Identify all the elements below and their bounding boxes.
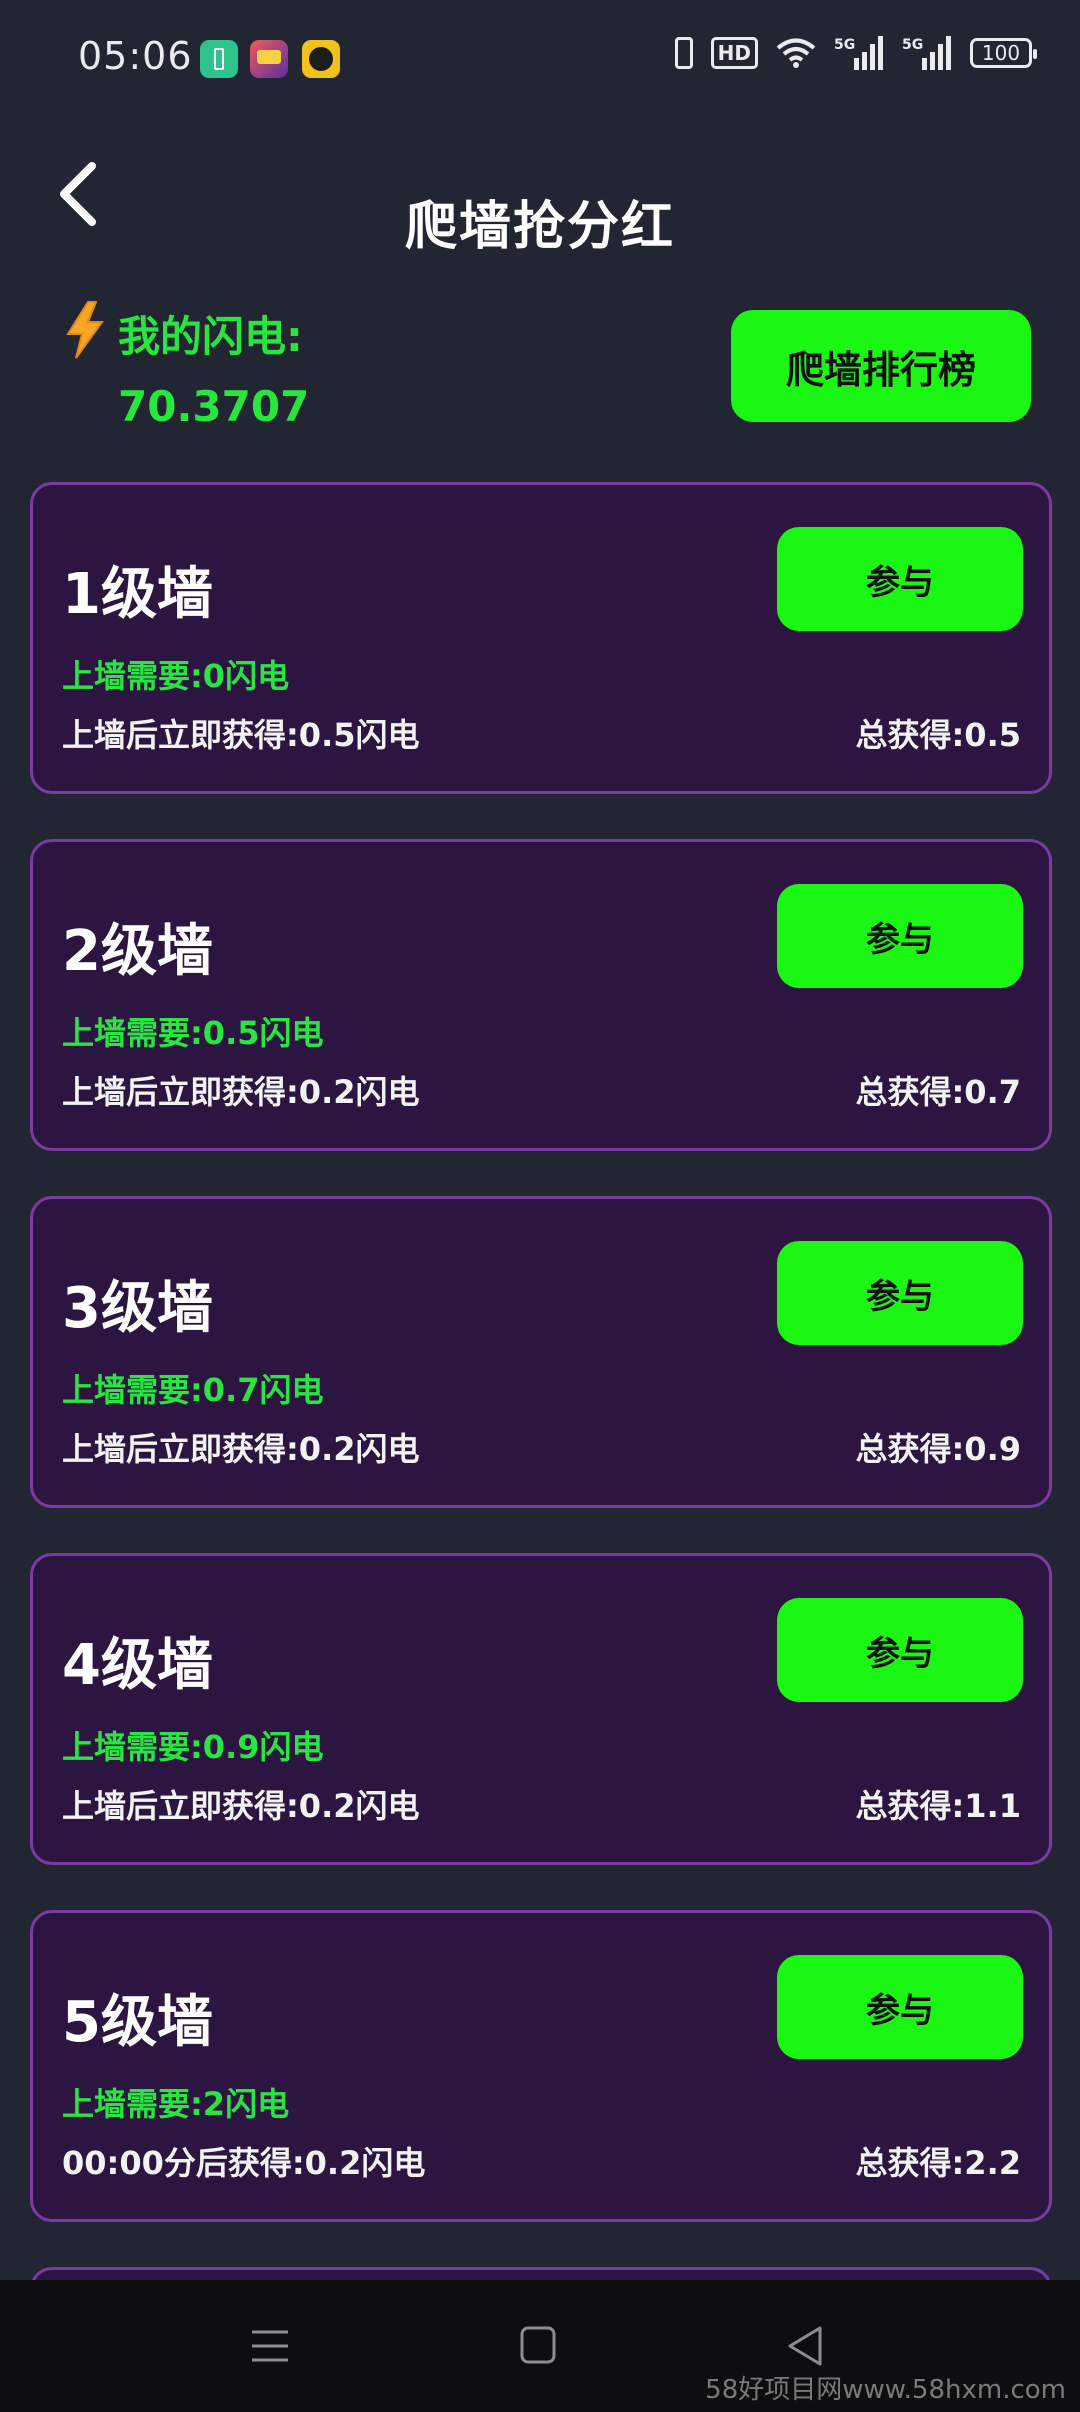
wall-card: 1级墙 参与 上墙需要:0闪电 上墙后立即获得:0.5闪电 总获得:0.5 xyxy=(30,482,1052,794)
join-button[interactable]: 参与 xyxy=(777,884,1023,988)
signal-icon: 5G xyxy=(902,36,952,70)
wall-card: 5级墙 参与 上墙需要:2闪电 00:00分后获得:0.2闪电 总获得:2.2 xyxy=(30,1910,1052,2222)
balance-label: 我的闪电: xyxy=(118,312,303,361)
game-app-icon xyxy=(250,40,288,78)
join-button[interactable]: 参与 xyxy=(777,1241,1023,1345)
wall-total: 总获得:0.5 xyxy=(855,716,1022,754)
wall-gain: 上墙后立即获得:0.2闪电 xyxy=(62,1430,420,1468)
balance-value: 70.3707 xyxy=(118,382,310,431)
wifi-icon xyxy=(776,37,816,69)
lightning-icon xyxy=(66,301,104,359)
wall-card: 4级墙 参与 上墙需要:0.9闪电 上墙后立即获得:0.2闪电 总获得:1.1 xyxy=(30,1553,1052,1865)
wall-requirement: 上墙需要:0闪电 xyxy=(62,657,290,695)
wall-gain: 上墙后立即获得:0.2闪电 xyxy=(62,1073,420,1111)
wall-gain: 上墙后立即获得:0.2闪电 xyxy=(62,1787,420,1825)
wall-total: 总获得:0.7 xyxy=(855,1073,1022,1111)
leaderboard-button[interactable]: 爬墙排行榜 xyxy=(731,310,1031,422)
battery-icon: 100 xyxy=(970,38,1037,68)
wall-gain: 上墙后立即获得:0.5闪电 xyxy=(62,716,420,754)
join-button[interactable]: 参与 xyxy=(777,527,1023,631)
wall-title: 1级墙 xyxy=(62,562,213,627)
wall-card: 3级墙 参与 上墙需要:0.7闪电 上墙后立即获得:0.2闪电 总获得:0.9 xyxy=(30,1196,1052,1508)
wall-list: 1级墙 参与 上墙需要:0闪电 上墙后立即获得:0.5闪电 总获得:0.5 2级… xyxy=(30,482,1052,2307)
menu-icon xyxy=(252,2330,288,2362)
wall-requirement: 上墙需要:0.9闪电 xyxy=(62,1728,324,1766)
wall-title: 3级墙 xyxy=(62,1276,213,1341)
vibrate-icon xyxy=(674,37,693,69)
home-icon xyxy=(520,2326,556,2364)
wall-total: 总获得:1.1 xyxy=(855,1787,1022,1825)
wall-title: 5级墙 xyxy=(62,1990,213,2055)
status-bar: 05:06 HD 5G 5G 100 xyxy=(0,0,1080,124)
wall-title: 4级墙 xyxy=(62,1633,213,1698)
wall-gain: 00:00分后获得:0.2闪电 xyxy=(62,2144,426,2182)
status-time: 05:06 xyxy=(78,34,193,78)
wall-card: 2级墙 参与 上墙需要:0.5闪电 上墙后立即获得:0.2闪电 总获得:0.7 xyxy=(30,839,1052,1151)
nav-back-button[interactable] xyxy=(776,2318,836,2374)
hd-icon: HD xyxy=(710,37,758,69)
wall-title: 2级墙 xyxy=(62,919,213,984)
network-label: 5G xyxy=(834,37,855,53)
wall-requirement: 上墙需要:0.5闪电 xyxy=(62,1014,324,1052)
join-button[interactable]: 参与 xyxy=(777,1598,1023,1702)
watermark: 58好项目网www.58hxm.com xyxy=(705,2375,1066,2405)
wall-total: 总获得:2.2 xyxy=(855,2144,1022,2182)
wall-requirement: 上墙需要:0.7闪电 xyxy=(62,1371,324,1409)
network-label: 5G xyxy=(902,37,923,53)
wall-total: 总获得:0.9 xyxy=(855,1430,1022,1468)
video-app-icon xyxy=(302,40,340,78)
battery-app-icon xyxy=(200,40,238,78)
join-button[interactable]: 参与 xyxy=(777,1955,1023,2059)
back-icon xyxy=(788,2326,822,2366)
system-icons: HD 5G 5G 100 xyxy=(674,36,1037,70)
menu-button[interactable] xyxy=(240,2318,300,2374)
wall-requirement: 上墙需要:2闪电 xyxy=(62,2085,290,2123)
home-button[interactable] xyxy=(508,2318,568,2374)
page-title: 爬墙抢分红 xyxy=(404,197,675,257)
navigation-bar: 58好项目网www.58hxm.com xyxy=(0,2280,1080,2412)
signal-icon: 5G xyxy=(834,36,884,70)
